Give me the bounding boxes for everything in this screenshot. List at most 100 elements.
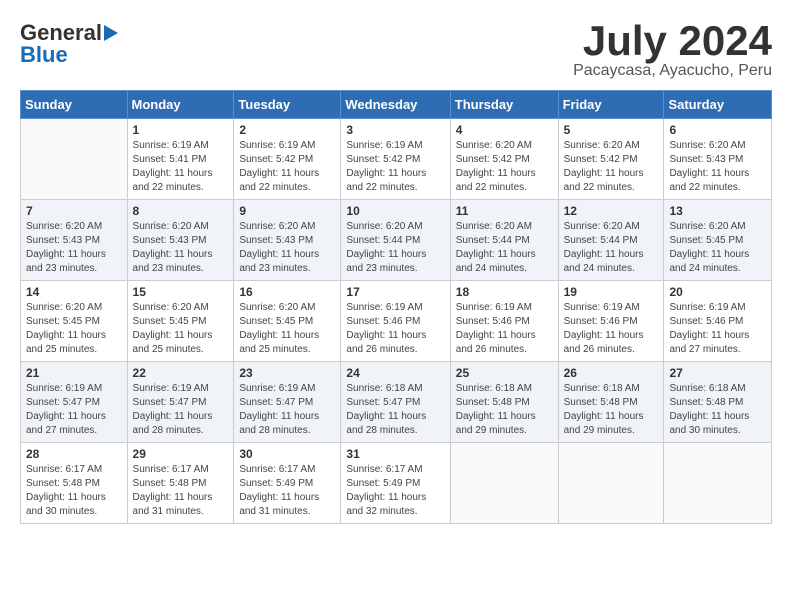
day-info: Sunrise: 6:19 AMSunset: 5:46 PMDaylight:…: [456, 301, 553, 357]
day-number: 26: [564, 366, 659, 380]
day-number: 13: [669, 204, 766, 218]
table-row: 14 Sunrise: 6:20 AMSunset: 5:45 PMDayligh…: [21, 281, 128, 362]
header-friday: Friday: [558, 91, 664, 119]
day-info: Sunrise: 6:17 AMSunset: 5:48 PMDaylight:…: [133, 463, 229, 519]
table-row: [21, 119, 128, 200]
header-sunday: Sunday: [21, 91, 128, 119]
table-row: 17 Sunrise: 6:19 AMSunset: 5:46 PMDayligh…: [341, 281, 450, 362]
header-thursday: Thursday: [450, 91, 558, 119]
calendar-table: Sunday Monday Tuesday Wednesday Thursday…: [20, 90, 772, 524]
table-row: 1Sunrise: 6:19 AMSunset: 5:41 PMDaylight…: [127, 119, 234, 200]
day-info: Sunrise: 6:20 AMSunset: 5:45 PMDaylight:…: [669, 220, 766, 276]
day-info: Sunrise: 6:20 AMSunset: 5:43 PMDaylight:…: [133, 220, 229, 276]
table-row: 26 Sunrise: 6:18 AMSunset: 5:48 PMDayligh…: [558, 362, 664, 443]
table-row: 28Sunrise: 6:17 AMSunset: 5:48 PMDayligh…: [21, 443, 128, 524]
logo-arrow-icon: [104, 25, 118, 41]
day-info: Sunrise: 6:20 AMSunset: 5:45 PMDaylight:…: [239, 301, 335, 357]
day-number: 22: [133, 366, 229, 380]
day-number: 18: [456, 285, 553, 299]
table-row: 4 Sunrise: 6:20 AMSunset: 5:42 PMDaylight…: [450, 119, 558, 200]
day-number: 16: [239, 285, 335, 299]
day-info: Sunrise: 6:20 AMSunset: 5:43 PMDaylight:…: [669, 139, 766, 195]
month-year-title: July 2024: [573, 20, 772, 62]
table-row: 18 Sunrise: 6:19 AMSunset: 5:46 PMDayligh…: [450, 281, 558, 362]
day-info: Sunrise: 6:17 AMSunset: 5:49 PMDaylight:…: [239, 463, 335, 519]
table-row: 6 Sunrise: 6:20 AMSunset: 5:43 PMDaylight…: [664, 119, 772, 200]
day-number: 19: [564, 285, 659, 299]
table-row: 5Sunrise: 6:20 AMSunset: 5:42 PMDaylight…: [558, 119, 664, 200]
logo: General Blue: [20, 20, 118, 68]
day-info: Sunrise: 6:17 AMSunset: 5:49 PMDaylight:…: [346, 463, 444, 519]
day-number: 4: [456, 123, 553, 137]
day-info: Sunrise: 6:19 AMSunset: 5:47 PMDaylight:…: [26, 382, 122, 438]
table-row: 27 Sunrise: 6:18 AMSunset: 5:48 PMDayligh…: [664, 362, 772, 443]
day-number: 21: [26, 366, 122, 380]
day-info: Sunrise: 6:20 AMSunset: 5:43 PMDaylight:…: [26, 220, 122, 276]
day-number: 28: [26, 447, 122, 461]
day-number: 2: [239, 123, 335, 137]
table-row: 31 Sunrise: 6:17 AMSunset: 5:49 PMDayligh…: [341, 443, 450, 524]
day-info: Sunrise: 6:19 AMSunset: 5:42 PMDaylight:…: [239, 139, 335, 195]
table-row: [664, 443, 772, 524]
table-row: 3Sunrise: 6:19 AMSunset: 5:42 PMDaylight…: [341, 119, 450, 200]
location-subtitle: Pacaycasa, Ayacucho, Peru: [573, 62, 772, 80]
day-number: 8: [133, 204, 229, 218]
day-info: Sunrise: 6:20 AMSunset: 5:44 PMDaylight:…: [346, 220, 444, 276]
day-number: 24: [346, 366, 444, 380]
day-info: Sunrise: 6:20 AMSunset: 5:43 PMDaylight:…: [239, 220, 335, 276]
day-info: Sunrise: 6:19 AMSunset: 5:47 PMDaylight:…: [133, 382, 229, 438]
table-row: 12Sunrise: 6:20 AMSunset: 5:44 PMDayligh…: [558, 200, 664, 281]
title-block: July 2024 Pacaycasa, Ayacucho, Peru: [573, 20, 772, 80]
day-number: 30: [239, 447, 335, 461]
table-row: 23Sunrise: 6:19 AMSunset: 5:47 PMDayligh…: [234, 362, 341, 443]
header-tuesday: Tuesday: [234, 91, 341, 119]
table-row: [558, 443, 664, 524]
day-number: 7: [26, 204, 122, 218]
day-info: Sunrise: 6:18 AMSunset: 5:48 PMDaylight:…: [456, 382, 553, 438]
table-row: [450, 443, 558, 524]
day-info: Sunrise: 6:20 AMSunset: 5:44 PMDaylight:…: [456, 220, 553, 276]
day-number: 12: [564, 204, 659, 218]
calendar-week-row: 1Sunrise: 6:19 AMSunset: 5:41 PMDaylight…: [21, 119, 772, 200]
calendar-header-row: Sunday Monday Tuesday Wednesday Thursday…: [21, 91, 772, 119]
calendar-week-row: 28 Sunrise: 6:17 AMSunset: 5:48 PMDayligh…: [21, 443, 772, 524]
table-row: 20 Sunrise: 6:19 AMSunset: 5:46 PMDayligh…: [664, 281, 772, 362]
day-number: 20: [669, 285, 766, 299]
day-number: 23: [239, 366, 335, 380]
table-row: 8 Sunrise: 6:20 AMSunset: 5:43 PMDaylight…: [127, 200, 234, 281]
day-info: Sunrise: 6:19 AMSunset: 5:46 PMDaylight:…: [669, 301, 766, 357]
header-wednesday: Wednesday: [341, 91, 450, 119]
day-number: 27: [669, 366, 766, 380]
day-number: 25: [456, 366, 553, 380]
day-number: 17: [346, 285, 444, 299]
day-info: Sunrise: 6:20 AMSunset: 5:45 PMDaylight:…: [26, 301, 122, 357]
table-row: 30 Sunrise: 6:17 AMSunset: 5:49 PMDayligh…: [234, 443, 341, 524]
table-row: 24 Sunrise: 6:18 AMSunset: 5:47 PMDayligh…: [341, 362, 450, 443]
day-number: 29: [133, 447, 229, 461]
day-number: 31: [346, 447, 444, 461]
day-info: Sunrise: 6:18 AMSunset: 5:48 PMDaylight:…: [564, 382, 659, 438]
table-row: 11Sunrise: 6:20 AMSunset: 5:44 PMDayligh…: [450, 200, 558, 281]
day-info: Sunrise: 6:19 AMSunset: 5:46 PMDaylight:…: [346, 301, 444, 357]
day-number: 9: [239, 204, 335, 218]
page-header: General Blue July 2024 Pacaycasa, Ayacuc…: [20, 20, 772, 80]
calendar-week-row: 21 Sunrise: 6:19 AMSunset: 5:47 PMDayligh…: [21, 362, 772, 443]
table-row: 16 Sunrise: 6:20 AMSunset: 5:45 PMDayligh…: [234, 281, 341, 362]
day-info: Sunrise: 6:18 AMSunset: 5:47 PMDaylight:…: [346, 382, 444, 438]
day-number: 14: [26, 285, 122, 299]
day-info: Sunrise: 6:18 AMSunset: 5:48 PMDaylight:…: [669, 382, 766, 438]
header-saturday: Saturday: [664, 91, 772, 119]
day-number: 6: [669, 123, 766, 137]
table-row: 22 Sunrise: 6:19 AMSunset: 5:47 PMDayligh…: [127, 362, 234, 443]
day-info: Sunrise: 6:20 AMSunset: 5:42 PMDaylight:…: [456, 139, 553, 195]
calendar-week-row: 14 Sunrise: 6:20 AMSunset: 5:45 PMDayligh…: [21, 281, 772, 362]
header-monday: Monday: [127, 91, 234, 119]
table-row: 13 Sunrise: 6:20 AMSunset: 5:45 PMDayligh…: [664, 200, 772, 281]
day-info: Sunrise: 6:19 AMSunset: 5:42 PMDaylight:…: [346, 139, 444, 195]
table-row: 15Sunrise: 6:20 AMSunset: 5:45 PMDayligh…: [127, 281, 234, 362]
day-number: 10: [346, 204, 444, 218]
table-row: 10 Sunrise: 6:20 AMSunset: 5:44 PMDayligh…: [341, 200, 450, 281]
table-row: 29 Sunrise: 6:17 AMSunset: 5:48 PMDayligh…: [127, 443, 234, 524]
table-row: 21 Sunrise: 6:19 AMSunset: 5:47 PMDayligh…: [21, 362, 128, 443]
day-number: 5: [564, 123, 659, 137]
